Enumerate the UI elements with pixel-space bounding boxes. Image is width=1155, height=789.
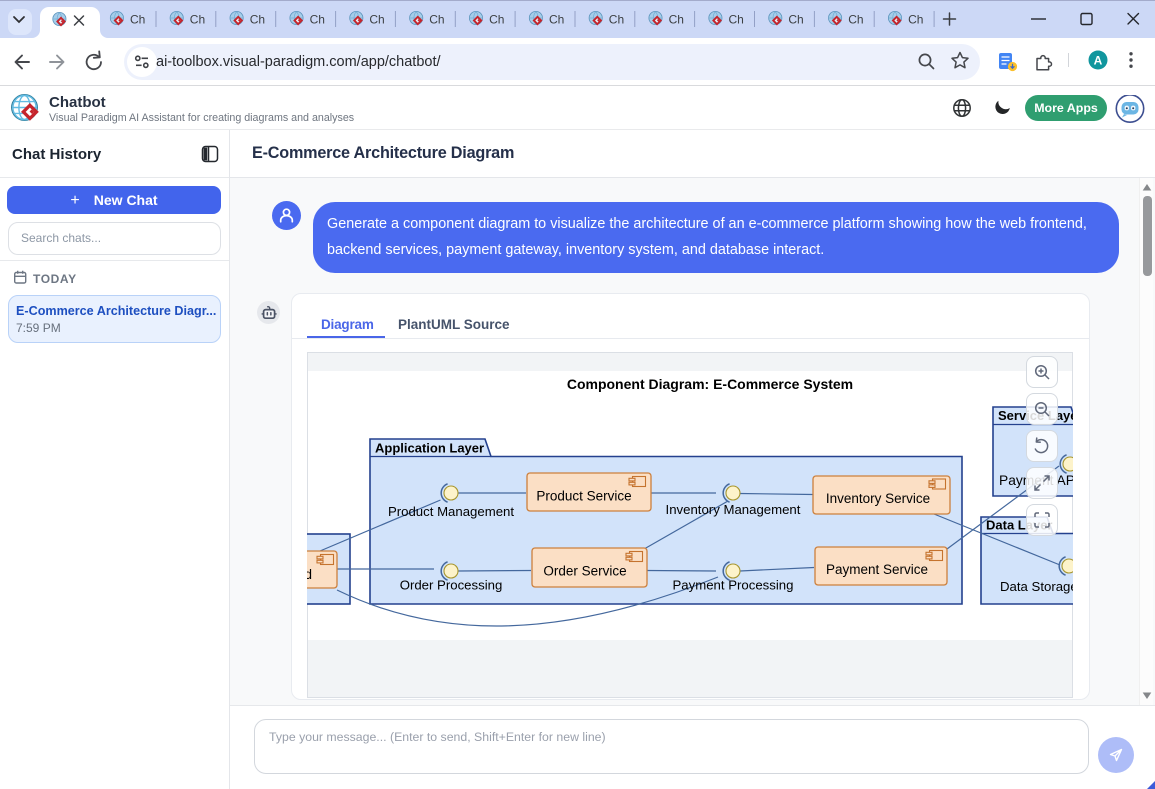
svg-text:Ch: Ch [609,13,624,27]
svg-text:A: A [1094,53,1103,67]
svg-text:Inventory Management: Inventory Management [666,502,801,517]
svg-text:Ch: Ch [310,13,325,27]
svg-text:Ch: Ch [788,13,803,27]
svg-text:Ch: Ch [250,13,265,27]
svg-text:Ch: Ch [369,13,384,27]
svg-text:Ch: Ch [729,13,744,27]
svg-text:Web Frontend: Web Frontend [307,567,312,582]
svg-text:Component Diagram: E-Commerce: Component Diagram: E-Commerce System [567,376,853,392]
svg-text:Ch: Ch [908,13,923,27]
svg-text:Ch: Ch [190,13,205,27]
svg-text:Ch: Ch [489,13,504,27]
svg-text:Ch: Ch [549,13,564,27]
svg-text:Order Processing: Order Processing [400,578,503,593]
svg-text:Data Storage: Data Storage [1000,579,1073,594]
svg-text:Application Layer: Application Layer [375,441,484,456]
svg-text:Product Management: Product Management [388,504,514,519]
svg-text:Order Service: Order Service [543,564,626,579]
svg-text:Payment Processing: Payment Processing [673,578,794,593]
svg-text:Ch: Ch [669,13,684,27]
svg-text:Inventory Service: Inventory Service [826,491,930,506]
svg-text:Payment Service: Payment Service [826,562,928,577]
svg-text:Product Service: Product Service [536,489,631,504]
svg-text:Ch: Ch [848,13,863,27]
svg-text:Ch: Ch [429,13,444,27]
svg-text:Ch: Ch [130,13,145,27]
